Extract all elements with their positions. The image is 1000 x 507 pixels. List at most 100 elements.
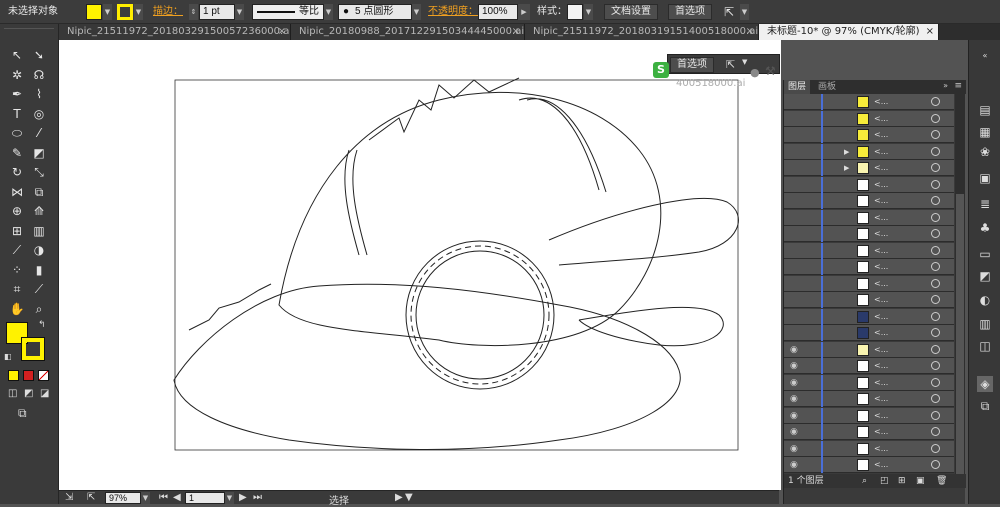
visibility-eye-icon[interactable]: ◉ <box>790 377 802 389</box>
graphic-styles-icon[interactable]: ◩ <box>977 268 993 284</box>
layer-row[interactable]: <... <box>784 308 954 325</box>
layer-row[interactable]: <... <box>784 275 954 292</box>
visibility-eye-icon[interactable] <box>790 245 802 257</box>
ellipse-tool-icon[interactable]: ⬭ <box>8 124 26 142</box>
tab-doc-3[interactable]: Nipic_21511972_20180319151400518000.ai* × <box>525 24 759 40</box>
visibility-eye-icon[interactable]: ◉ <box>790 393 802 405</box>
new-sublayer-icon[interactable]: ⊞ <box>898 474 906 488</box>
target-circle-icon[interactable] <box>931 262 940 271</box>
next-artboard-icon[interactable]: ▶ <box>239 492 247 503</box>
artboard-tool-icon[interactable]: ⌗ <box>8 280 26 298</box>
layer-row[interactable]: <... <box>784 325 954 341</box>
scroll-thumb[interactable] <box>956 194 964 474</box>
artboard-dropdown[interactable]: ▼ <box>225 492 234 504</box>
layer-row[interactable]: ◉ <... <box>784 391 954 407</box>
target-circle-icon[interactable] <box>931 460 940 469</box>
preferences-button[interactable]: 首选项 <box>668 4 712 20</box>
visibility-eye-icon[interactable] <box>790 113 802 125</box>
target-circle-icon[interactable] <box>931 443 940 453</box>
slice-tool-icon[interactable]: ⟋ <box>30 280 48 298</box>
curvature-tool-icon[interactable]: ⌇ <box>30 85 48 103</box>
close-icon[interactable]: × <box>512 24 520 40</box>
toolbar-grip[interactable] <box>4 28 54 38</box>
layer-row[interactable]: ◉ <... <box>784 457 954 473</box>
visibility-eye-icon[interactable] <box>790 162 802 174</box>
default-colors-icon[interactable]: ◧ <box>4 352 12 361</box>
chevron-down-icon[interactable]: ▼ <box>742 58 747 66</box>
stroke-weight-dropdown[interactable]: ▼ <box>235 4 244 20</box>
layer-row[interactable]: ◉ <... <box>784 341 954 358</box>
layer-row[interactable]: <... <box>784 259 954 275</box>
target-circle-icon[interactable] <box>931 130 940 139</box>
brush-dropdown[interactable]: ▼ <box>412 4 421 20</box>
visibility-eye-icon[interactable] <box>790 195 802 207</box>
fill-swatch[interactable] <box>86 4 102 20</box>
draw-mode-icon[interactable]: ◫ <box>8 388 17 399</box>
delete-layer-icon[interactable]: 🗑 <box>936 474 947 488</box>
layer-row[interactable]: <... <box>784 110 954 127</box>
arrange-documents-icon[interactable]: ⇱ <box>724 4 734 20</box>
zoom-tool-icon[interactable]: ⌕ <box>30 300 48 318</box>
stroke-label[interactable]: 描边： <box>153 4 183 20</box>
target-circle-icon[interactable] <box>931 410 940 420</box>
style-dropdown[interactable]: ▼ <box>584 4 593 20</box>
layer-row[interactable]: <... <box>784 176 954 193</box>
draw-inside-icon[interactable]: ◪ <box>40 388 49 399</box>
magic-wand-tool-icon[interactable]: ✲ <box>8 66 26 84</box>
visibility-eye-icon[interactable] <box>790 212 802 224</box>
layer-row[interactable]: <... <box>784 292 954 308</box>
rotate-tool-icon[interactable]: ↻ <box>8 163 26 181</box>
layer-row[interactable]: ◉ <... <box>784 440 954 457</box>
zoom-dropdown[interactable]: ▼ <box>141 492 150 504</box>
selection-tool-icon[interactable]: ↖ <box>8 46 26 64</box>
gradient-tool-icon[interactable]: ▥ <box>30 222 48 240</box>
paintbrush-tool-icon[interactable]: ⁄ <box>30 124 48 142</box>
target-circle-icon[interactable] <box>931 229 940 238</box>
tab-artboards[interactable]: 画板 <box>814 80 840 94</box>
floating-prefs-button[interactable]: 首选项 <box>670 57 714 73</box>
width-tool-icon[interactable]: ⋈ <box>8 183 26 201</box>
tab-layers[interactable]: 图层 <box>784 80 811 94</box>
transparency-icon[interactable]: ◐ <box>977 292 993 308</box>
layer-row[interactable]: <... <box>784 226 954 242</box>
gradient-mode-icon[interactable] <box>23 370 34 381</box>
pencil-tool-icon[interactable]: ✎ <box>8 144 26 162</box>
draw-behind-icon[interactable]: ◩ <box>24 388 33 399</box>
clipping-mask-icon[interactable]: ◰ <box>880 474 889 488</box>
brush-definition[interactable]: ● 5 点圆形 <box>338 4 412 20</box>
target-circle-icon[interactable] <box>931 311 940 321</box>
locate-object-icon[interactable]: ⌕ <box>862 474 867 488</box>
status-menu-icon[interactable]: ▶ <box>395 492 403 503</box>
opacity-label[interactable]: 不透明度： <box>428 4 478 20</box>
close-icon[interactable]: × <box>746 24 754 40</box>
opacity-field[interactable]: 100% <box>478 4 518 20</box>
shape-builder-tool-icon[interactable]: ⊕ <box>8 202 26 220</box>
new-layer-icon[interactable]: ▣ <box>916 474 925 488</box>
tab-doc-1[interactable]: Nipic_21511972_20180329150057236000.ai* × <box>59 24 291 40</box>
panel-menu-icon[interactable]: ≡ <box>954 81 962 91</box>
layer-row[interactable]: <... <box>784 127 954 143</box>
stroke-swatch[interactable] <box>117 4 133 20</box>
expand-arrow-icon[interactable]: ▶ <box>844 146 849 158</box>
layer-row[interactable]: ◉ <... <box>784 358 954 374</box>
layers-panel-icon[interactable]: ◈ <box>977 376 993 392</box>
target-circle-icon[interactable] <box>931 179 940 189</box>
visibility-eye-icon[interactable] <box>790 294 802 306</box>
color-guide-icon[interactable]: ▦ <box>977 124 993 140</box>
target-circle-icon[interactable] <box>931 113 940 123</box>
visibility-eye-icon[interactable] <box>790 96 802 108</box>
visibility-eye-icon[interactable]: ◉ <box>790 410 802 422</box>
close-icon[interactable]: × <box>278 24 286 40</box>
layer-row[interactable]: ▶ <... <box>784 143 954 160</box>
perspective-grid-tool-icon[interactable]: ⟰ <box>30 202 48 220</box>
pathfinder-icon[interactable]: ◫ <box>977 338 993 354</box>
none-mode-icon[interactable] <box>38 370 49 381</box>
visibility-eye-icon[interactable] <box>790 278 802 290</box>
visibility-eye-icon[interactable]: ◉ <box>790 360 802 372</box>
visibility-eye-icon[interactable] <box>790 146 802 158</box>
target-circle-icon[interactable] <box>931 394 940 403</box>
column-graph-tool-icon[interactable]: ▮ <box>30 261 48 279</box>
layer-row[interactable]: ◉ <... <box>784 374 954 391</box>
target-circle-icon[interactable] <box>931 427 940 436</box>
brushes-panel-icon[interactable]: ▣ <box>977 170 993 186</box>
